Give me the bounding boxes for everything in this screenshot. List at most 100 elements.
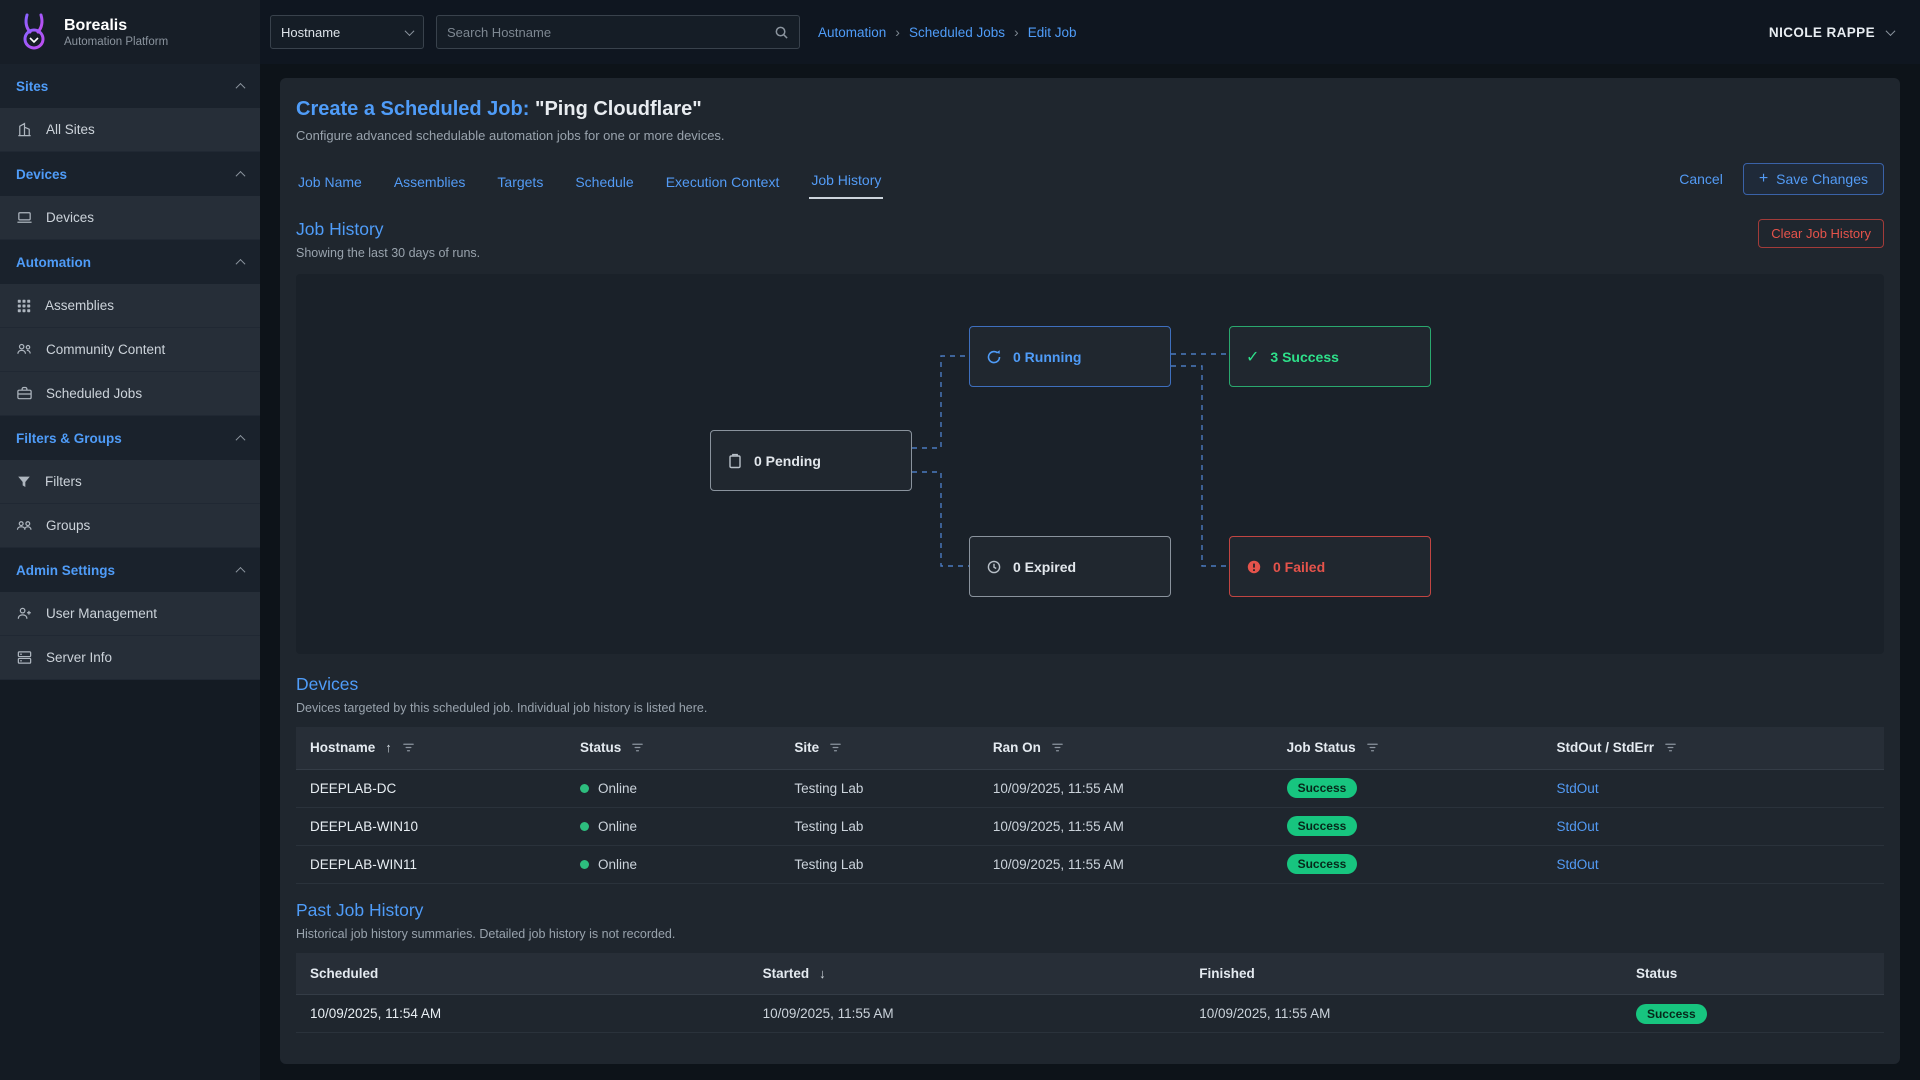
- flow-node-failed[interactable]: 0 Failed: [1229, 536, 1431, 597]
- job-status-flow-diagram: 0 Pending 0 Running ✓ 3 Success: [296, 274, 1884, 654]
- started-cell: 10/09/2025, 11:55 AM: [749, 995, 1186, 1033]
- sidebar-item-scheduled-jobs[interactable]: Scheduled Jobs: [0, 372, 260, 416]
- clock-icon: [986, 559, 1002, 575]
- sidebar-section-automation[interactable]: Automation: [0, 240, 260, 284]
- clear-job-history-button[interactable]: Clear Job History: [1758, 219, 1884, 248]
- past-table-header: Scheduled Started ↓ Finished Status: [296, 953, 1884, 995]
- job-history-subheading: Showing the last 30 days of runs.: [296, 246, 480, 260]
- col-finished[interactable]: Finished: [1185, 953, 1622, 995]
- sidebar-section-admin-settings[interactable]: Admin Settings: [0, 548, 260, 592]
- filter-icon[interactable]: [1051, 741, 1064, 754]
- col-started[interactable]: Started ↓: [749, 953, 1186, 995]
- filter-icon[interactable]: [1664, 741, 1677, 754]
- edit-job-panel: Create a Scheduled Job: "Ping Cloudflare…: [280, 78, 1900, 1064]
- stdout-link[interactable]: StdOut: [1557, 819, 1599, 834]
- sidebar-section-devices[interactable]: Devices: [0, 152, 260, 196]
- tab-job-history[interactable]: Job History: [809, 168, 883, 199]
- chevron-up-icon: [236, 434, 246, 444]
- sidebar-item-assemblies[interactable]: Assemblies: [0, 284, 260, 328]
- filter-icon[interactable]: [402, 741, 415, 754]
- tab-assemblies[interactable]: Assemblies: [392, 170, 468, 199]
- status-cell: Online: [566, 769, 780, 807]
- breadcrumb-automation[interactable]: Automation: [818, 25, 886, 40]
- tab-actions: Cancel + Save Changes: [1679, 163, 1884, 199]
- flow-node-running[interactable]: 0 Running: [969, 326, 1171, 387]
- devices-table: Hostname ↑ Status Site: [296, 727, 1884, 884]
- people-icon: [16, 341, 33, 358]
- sidebar-filler: [0, 680, 260, 1080]
- chevron-up-icon: [236, 258, 246, 268]
- sidebar-item-all-sites[interactable]: All Sites: [0, 108, 260, 152]
- col-status[interactable]: Status: [1622, 953, 1884, 995]
- hostname-cell: DEEPLAB-WIN11: [296, 845, 566, 883]
- breadcrumb: Automation › Scheduled Jobs › Edit Job: [818, 24, 1077, 40]
- filter-icon[interactable]: [1366, 741, 1379, 754]
- site-cell: Testing Lab: [780, 769, 979, 807]
- error-icon: [1246, 559, 1262, 575]
- search-box[interactable]: [436, 15, 800, 49]
- stdout-link[interactable]: StdOut: [1557, 781, 1599, 796]
- tab-job-name[interactable]: Job Name: [296, 170, 364, 199]
- hostname-select[interactable]: Hostname: [270, 15, 424, 49]
- chevron-up-icon: [236, 170, 246, 180]
- status-badge: Success: [1287, 816, 1358, 836]
- tab-targets[interactable]: Targets: [495, 170, 545, 199]
- sidebar-section-sites[interactable]: Sites: [0, 64, 260, 108]
- device-row: DEEPLAB-WIN11 Online Testing Lab 10/09/2…: [296, 845, 1884, 883]
- page-title: Create a Scheduled Job: "Ping Cloudflare…: [296, 98, 1884, 121]
- col-hostname[interactable]: Hostname ↑: [296, 727, 566, 769]
- devices-header-row: Devices Devices targeted by this schedul…: [296, 674, 1884, 715]
- sidebar-item-server-info[interactable]: Server Info: [0, 636, 260, 680]
- sidebar-item-filters[interactable]: Filters: [0, 460, 260, 504]
- col-stdout-stderr[interactable]: StdOut / StdErr: [1543, 727, 1884, 769]
- finished-cell: 10/09/2025, 11:55 AM: [1185, 995, 1622, 1033]
- past-history-row: 10/09/2025, 11:54 AM 10/09/2025, 11:55 A…: [296, 995, 1884, 1033]
- status-badge: Success: [1287, 778, 1358, 798]
- col-job-status[interactable]: Job Status: [1273, 727, 1543, 769]
- sidebar-section-filters-groups[interactable]: Filters & Groups: [0, 416, 260, 460]
- groups-icon: [16, 517, 33, 534]
- filter-icon[interactable]: [631, 741, 644, 754]
- device-row: DEEPLAB-DC Online Testing Lab 10/09/2025…: [296, 769, 1884, 807]
- breadcrumb-scheduled-jobs[interactable]: Scheduled Jobs: [909, 25, 1005, 40]
- job-status-cell: Success: [1273, 807, 1543, 845]
- devices-table-header: Hostname ↑ Status Site: [296, 727, 1884, 769]
- sidebar-item-groups[interactable]: Groups: [0, 504, 260, 548]
- ran-on-cell: 10/09/2025, 11:55 AM: [979, 807, 1273, 845]
- stdout-link[interactable]: StdOut: [1557, 857, 1599, 872]
- col-scheduled[interactable]: Scheduled: [296, 953, 749, 995]
- stdout-cell: StdOut: [1543, 807, 1884, 845]
- sidebar-item-devices[interactable]: Devices: [0, 196, 260, 240]
- brand-subtitle: Automation Platform: [64, 36, 168, 48]
- search-input[interactable]: [447, 25, 774, 40]
- job-history-heading: Job History: [296, 219, 480, 240]
- chevron-down-icon: [405, 26, 415, 36]
- main-content: Create a Scheduled Job: "Ping Cloudflare…: [260, 64, 1920, 1080]
- tab-execution-context[interactable]: Execution Context: [664, 170, 782, 199]
- flow-node-success[interactable]: ✓ 3 Success: [1229, 326, 1431, 387]
- save-changes-button[interactable]: + Save Changes: [1743, 163, 1884, 195]
- brand: Borealis Automation Platform: [0, 0, 260, 64]
- funnel-icon: [16, 474, 32, 490]
- flow-node-pending[interactable]: 0 Pending: [710, 430, 912, 491]
- chevron-up-icon: [236, 566, 246, 576]
- cancel-button[interactable]: Cancel: [1679, 171, 1723, 187]
- flow-node-expired[interactable]: 0 Expired: [969, 536, 1171, 597]
- filter-icon[interactable]: [829, 741, 842, 754]
- col-ran-on[interactable]: Ran On: [979, 727, 1273, 769]
- sidebar-item-community-content[interactable]: Community Content: [0, 328, 260, 372]
- col-status[interactable]: Status: [566, 727, 780, 769]
- sidebar-item-user-management[interactable]: User Management: [0, 592, 260, 636]
- col-site[interactable]: Site: [780, 727, 979, 769]
- status-badge: Success: [1287, 854, 1358, 874]
- status-cell: Success: [1622, 995, 1884, 1033]
- tab-schedule[interactable]: Schedule: [573, 170, 635, 199]
- job-history-header-row: Job History Showing the last 30 days of …: [296, 219, 1884, 260]
- breadcrumb-edit-job[interactable]: Edit Job: [1028, 25, 1077, 40]
- devices-subheading: Devices targeted by this scheduled job. …: [296, 701, 707, 715]
- user-menu[interactable]: NICOLE RAPPE: [1769, 25, 1894, 40]
- search-icon: [774, 25, 789, 40]
- tab-bar: Job Name Assemblies Targets Schedule Exe…: [296, 163, 1884, 199]
- past-job-history-subheading: Historical job history summaries. Detail…: [296, 927, 675, 941]
- check-icon: ✓: [1246, 347, 1259, 367]
